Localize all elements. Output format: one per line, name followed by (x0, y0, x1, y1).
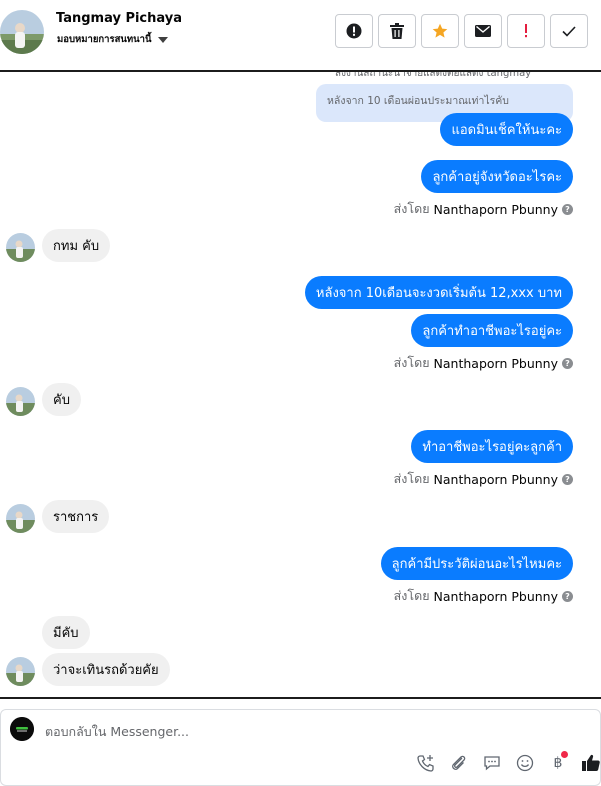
contact-avatar-small[interactable] (6, 504, 35, 533)
trash-icon (390, 23, 404, 39)
chat-bubble-icon (484, 756, 500, 771)
sent-by-prefix: ส่งโดย (393, 588, 430, 603)
assign-conversation-label: มอบหมายการสนทนานี้ (57, 34, 152, 45)
question-mark-icon[interactable]: ? (562, 590, 573, 602)
contact-avatar-small[interactable] (6, 657, 35, 686)
attachment-button[interactable] (448, 752, 470, 774)
sent-by-agent[interactable]: Nanthaporn Pbunny (434, 472, 558, 487)
star-button[interactable] (421, 14, 459, 48)
message-bubble-outgoing[interactable]: ลูกค้าทำอาชีพอะไรอยู่คะ (411, 314, 573, 347)
contact-name[interactable]: Tangmay Pichaya (56, 11, 182, 26)
message-bubble-outgoing[interactable]: ลูกค้ามีประวัติผ่อนอะไรไหมคะ (380, 547, 573, 580)
thumbs-up-icon (582, 754, 600, 771)
message-bubble-incoming[interactable]: คับ (42, 383, 81, 416)
sent-by-agent[interactable]: Nanthaporn Pbunny (434, 589, 558, 604)
paperclip-icon (452, 755, 466, 770)
mark-important-button[interactable] (507, 14, 545, 48)
message-bubble-outgoing[interactable]: ทำอาชีพอะไรอยู่คะลูกค้า (411, 430, 573, 463)
exclamation-icon (525, 24, 527, 38)
reply-composer: ฿ (0, 697, 601, 786)
mark-unread-button[interactable] (464, 14, 502, 48)
question-mark-icon[interactable]: ? (562, 203, 573, 215)
sent-by-label: ส่งโดย Nanthaporn Pbunny ? (394, 353, 573, 373)
alert-circle-icon (346, 23, 362, 39)
composer-box: ฿ (0, 709, 601, 786)
payment-button[interactable]: ฿ (547, 751, 569, 774)
sent-by-label: ส่งโดย Nanthaporn Pbunny ? (394, 469, 573, 489)
message-bubble-outgoing[interactable]: หลังจาก 10เดือนจะงวดเริ่มต้น 12,xxx บาท (304, 276, 573, 309)
message-bubble-outgoing[interactable]: แอดมินเช็คให้นะคะ (440, 113, 573, 146)
sent-by-agent[interactable]: Nanthaporn Pbunny (434, 356, 558, 371)
sent-by-prefix: ส่งโดย (393, 471, 430, 486)
sent-by-label: ส่งโดย Nanthaporn Pbunny ? (394, 586, 573, 606)
sent-by-prefix: ส่งโดย (393, 201, 430, 216)
conversation-header: Tangmay Pichaya มอบหมายการสนทนานี้ (0, 0, 601, 72)
message-bubble-incoming[interactable]: ว่าจะเทินรถด้วยคัย (42, 653, 170, 686)
phone-plus-icon (417, 755, 434, 772)
question-mark-icon[interactable]: ? (562, 357, 573, 369)
clipped-status-text: ส่งงานสถานะนำจ่ายแสดงต่อแสดง tangmay (335, 72, 532, 79)
message-thread[interactable]: ส่งงานสถานะนำจ่ายแสดงต่อแสดง tangmay หลั… (0, 72, 601, 697)
delete-button[interactable] (378, 14, 416, 48)
contact-avatar-small[interactable] (6, 233, 35, 262)
composer-actions: ฿ (415, 751, 601, 774)
smiley-icon (516, 754, 534, 772)
message-bubble-incoming[interactable]: กทม คับ (42, 229, 111, 262)
emoji-button[interactable] (514, 752, 536, 774)
contact-avatar[interactable] (0, 10, 44, 54)
baht-icon: ฿ (553, 755, 563, 771)
assign-conversation-dropdown[interactable]: มอบหมายการสนทนานี้ (57, 32, 168, 47)
mail-icon (475, 25, 491, 37)
add-call-button[interactable] (415, 752, 437, 774)
conversation-toolbar (335, 14, 588, 48)
mark-spam-button[interactable] (335, 14, 373, 48)
page-avatar (10, 717, 34, 741)
check-icon (562, 25, 576, 37)
mark-done-button[interactable] (550, 14, 588, 48)
notification-dot (561, 751, 568, 758)
sent-by-prefix: ส่งโดย (393, 355, 430, 370)
sent-by-agent[interactable]: Nanthaporn Pbunny (434, 202, 558, 217)
sent-by-label: ส่งโดย Nanthaporn Pbunny ? (394, 199, 573, 219)
message-bubble-incoming[interactable]: มีคับ (42, 616, 90, 649)
reply-input[interactable] (45, 720, 545, 742)
caret-down-icon (157, 36, 168, 43)
star-icon (432, 23, 448, 38)
contact-avatar-small[interactable] (6, 387, 35, 416)
message-bubble-outgoing[interactable]: ลูกค้าอยู่จังหวัดอะไรคะ (421, 160, 573, 193)
saved-reply-button[interactable] (481, 752, 503, 774)
like-button[interactable] (580, 752, 601, 774)
message-bubble-incoming[interactable]: ราชการ (42, 500, 110, 533)
question-mark-icon[interactable]: ? (562, 473, 573, 485)
